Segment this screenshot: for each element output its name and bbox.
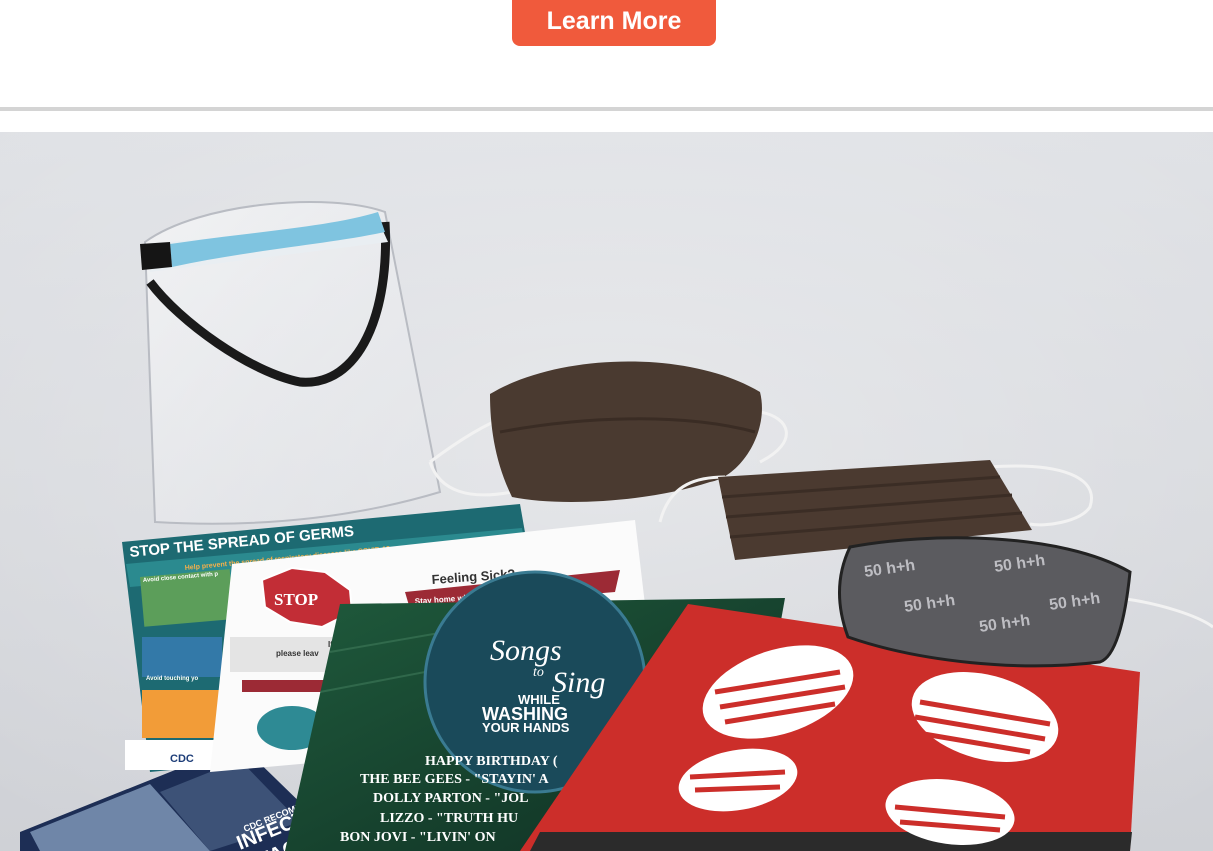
section-divider xyxy=(0,107,1213,111)
hero-product-image: CDC RECOMMENDATIONS FOR INFECTING FACILI… xyxy=(0,132,1213,851)
song-item: LIZZO - "TRUTH HU xyxy=(380,811,518,826)
song-item: DOLLY PARTON - "JOL xyxy=(373,791,528,806)
song-item: THE BEE GEES - "STAYIN' A xyxy=(360,772,550,787)
songs-title-3: Sing xyxy=(552,666,605,699)
stop-sign-text: STOP xyxy=(274,590,318,609)
song-item: BON JOVI - "LIVIN' ON xyxy=(340,830,496,845)
germs-line-2: Avoid touching yo xyxy=(146,676,198,682)
germs-logo: CDC xyxy=(170,753,194,765)
songs-sub-3: YOUR HANDS xyxy=(482,720,570,735)
songs-title-1: Songs xyxy=(490,634,562,667)
sick-body-2: please leav xyxy=(276,649,319,658)
songs-title-2: to xyxy=(533,665,544,680)
song-item: HAPPY BIRTHDAY ( xyxy=(425,754,558,769)
cta-section: Learn More xyxy=(0,0,1213,108)
learn-more-button[interactable]: Learn More xyxy=(512,0,716,46)
